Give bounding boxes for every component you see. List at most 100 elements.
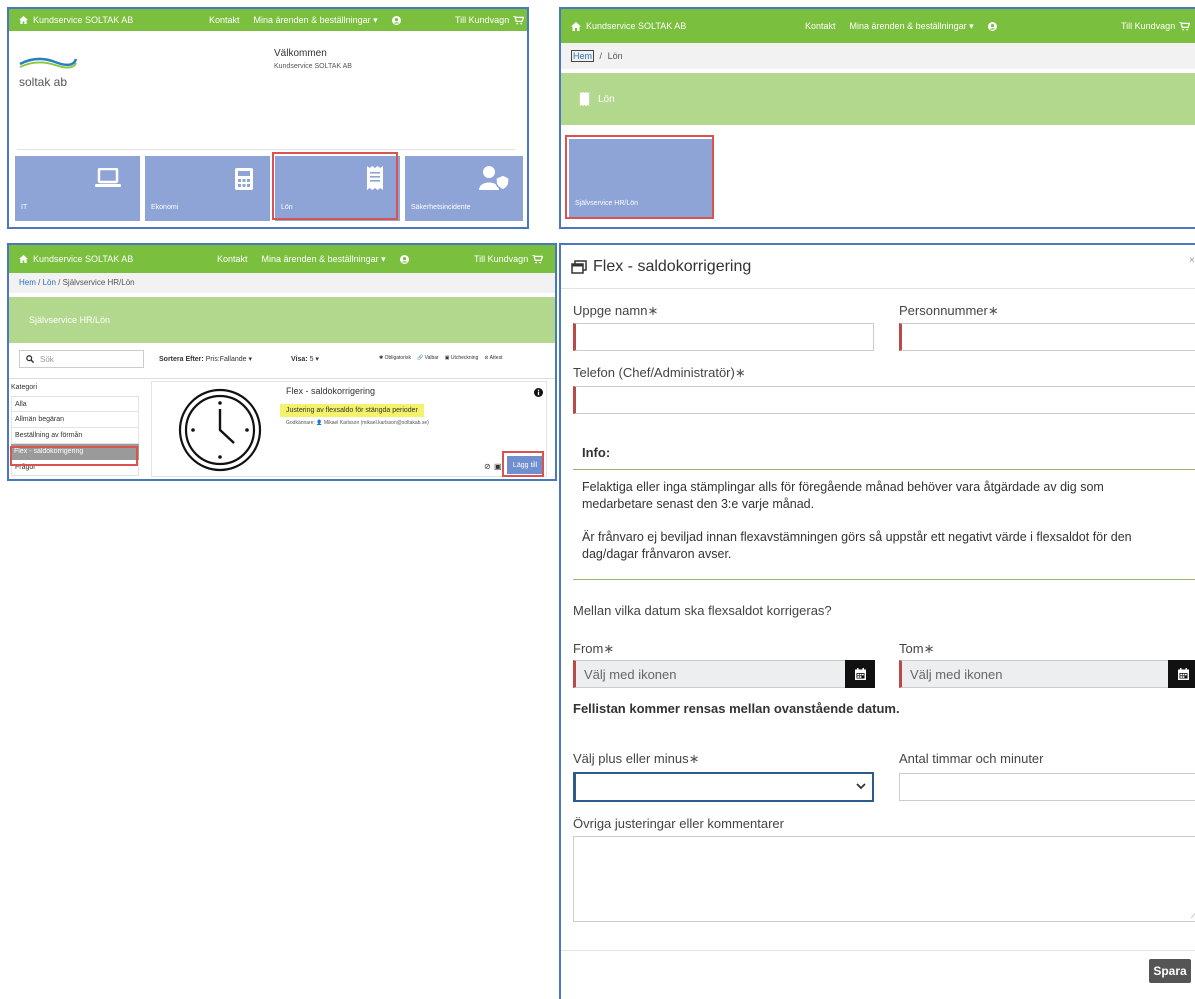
legend-valbar: 🔗 Valbar <box>417 355 439 361</box>
show-value: 5 <box>309 356 314 363</box>
brand-text: Kundservice SOLTAK AB <box>33 15 134 25</box>
legend: ✱ Obligatorisk 🔗 Valbar ▣ Utcheckning ⊘ … <box>379 355 502 361</box>
window-icon <box>571 259 587 274</box>
tom-date-placeholder: Välj med ikonen <box>910 667 1003 682</box>
from-label: From∗ <box>573 641 615 656</box>
logo-wave-icon <box>19 57 78 69</box>
required-mark: ∗ <box>987 303 999 318</box>
info-paragraph-1: Felaktiga eller inga stämplingar alls fö… <box>582 480 1104 511</box>
user-icon[interactable] <box>391 15 401 25</box>
info-divider-bottom <box>573 579 1195 580</box>
brand-text: Kundservice SOLTAK AB <box>586 21 687 31</box>
info-paragraph-2: Är frånvaro ej beviljad innan flexavstäm… <box>582 530 1132 561</box>
comments-textarea[interactable]: ⟋ <box>573 836 1195 922</box>
tom-date-input[interactable]: Välj med ikonen <box>899 660 1169 688</box>
hours-label: Antal timmar och minuter <box>899 751 1044 766</box>
sort-label: Sortera Efter: <box>159 356 204 363</box>
laptop-icon <box>95 168 121 187</box>
breadcrumb: Hem / Lön <box>561 43 1195 69</box>
user-icon[interactable] <box>399 254 409 264</box>
nav-orders[interactable]: Mina ärenden & beställningar ▾ <box>850 21 974 32</box>
category-header: Kategori <box>11 384 38 391</box>
item-title[interactable]: Flex - saldokorrigering <box>286 386 375 396</box>
home-panel: Kundservice SOLTAK AB Kontakt Mina ärend… <box>7 7 529 229</box>
breadcrumb-current: Självservice HR/Lön <box>62 278 135 287</box>
nav-orders[interactable]: Mina ärenden & beställningar ▾ <box>262 254 386 265</box>
tom-calendar-button[interactable] <box>1168 660 1195 688</box>
user-shield-icon <box>479 166 509 190</box>
nav-contact[interactable]: Kontakt <box>217 254 248 264</box>
category-alla[interactable]: Alla <box>11 396 139 412</box>
personnummer-input[interactable] <box>899 323 1195 351</box>
highlight-add-button <box>502 451 544 477</box>
tile-it[interactable]: IT <box>15 156 140 221</box>
info-icon[interactable] <box>534 388 543 397</box>
highlight-tile-sjalvservice <box>565 135 714 219</box>
from-calendar-button[interactable] <box>845 660 875 688</box>
cart-link[interactable]: Till Kundvagn <box>1121 21 1191 31</box>
catalog-panel: Kundservice SOLTAK AB Kontakt Mina ärend… <box>7 243 557 481</box>
tile-label: Säkerhetsincidente <box>411 204 471 211</box>
required-mark: ∗ <box>688 751 700 766</box>
banner-title: Lön <box>598 93 615 105</box>
nav-orders[interactable]: Mina ärenden & beställningar ▾ <box>254 15 378 26</box>
receipt-icon <box>579 92 590 106</box>
breadcrumb-separator: / <box>599 51 603 61</box>
divider <box>9 378 555 379</box>
close-icon[interactable]: × <box>1189 255 1195 266</box>
footer-divider <box>561 950 1195 951</box>
nav-contact[interactable]: Kontakt <box>209 15 240 25</box>
attest-icon: ⊘ <box>484 462 491 471</box>
brand-text: Kundservice SOLTAK AB <box>33 254 134 264</box>
top-navbar: Kundservice SOLTAK AB Kontakt Mina ärend… <box>9 9 527 31</box>
cart-link[interactable]: Till Kundvagn <box>455 15 525 25</box>
cart-icon <box>513 15 525 25</box>
date-question: Mellan vilka datum ska flexsaldot korrig… <box>573 603 832 618</box>
item-card: Flex - saldokorrigering Justering av fle… <box>151 381 547 477</box>
from-date-placeholder: Välj med ikonen <box>584 667 677 682</box>
home-icon <box>19 255 28 263</box>
search-input[interactable]: Sök <box>40 355 54 364</box>
name-input[interactable] <box>573 323 874 351</box>
phone-input[interactable] <box>573 386 1195 414</box>
brand-link[interactable]: Kundservice SOLTAK AB <box>561 21 686 31</box>
plusminus-select[interactable] <box>573 772 874 802</box>
resize-handle-icon[interactable]: ⟋ <box>1191 910 1195 921</box>
hours-input[interactable] <box>899 773 1195 801</box>
home-icon <box>19 16 28 24</box>
welcome-subtitle: Kundservice SOLTAK AB <box>274 63 352 70</box>
tom-label: Tom∗ <box>899 641 935 656</box>
calculator-icon <box>235 168 253 190</box>
page-banner: Lön <box>561 73 1195 125</box>
from-date-input[interactable]: Välj med ikonen <box>573 660 846 688</box>
legend-obligatorisk: ✱ Obligatorisk <box>379 355 411 361</box>
highlight-category-flex <box>10 446 138 466</box>
show-dropdown[interactable]: Visa: 5 ▾ <box>291 355 319 363</box>
comments-label: Övriga justeringar eller kommentarer <box>573 816 784 831</box>
phone-label: Telefon (Chef/Administratör)∗ <box>573 365 746 380</box>
breadcrumb-home[interactable]: Hem <box>19 278 36 287</box>
breadcrumb-home[interactable]: Hem <box>571 50 595 62</box>
sort-value: Pris:Fallande <box>205 356 247 363</box>
plusminus-label: Välj plus eller minus∗ <box>573 751 700 766</box>
brand-link[interactable]: Kundservice SOLTAK AB <box>9 15 133 25</box>
search-icon <box>26 355 34 363</box>
page-banner: Självservice HR/Lön <box>9 297 555 343</box>
category-allman[interactable]: Allmän begäran <box>11 412 139 428</box>
user-icon[interactable] <box>987 21 997 31</box>
breadcrumb: Hem / Lön / Självservice HR/Lön <box>9 273 555 293</box>
brand-link[interactable]: Kundservice SOLTAK AB <box>9 254 133 264</box>
nav-contact[interactable]: Kontakt <box>805 21 836 31</box>
sort-dropdown[interactable]: Sortera Efter: Pris:Fallande ▾ <box>159 355 252 363</box>
cart-icon <box>532 254 544 264</box>
category-formaner[interactable]: Beställning av förmån <box>11 428 139 444</box>
breadcrumb-lon[interactable]: Lön <box>43 278 56 287</box>
logo-text: soltak ab <box>19 75 68 89</box>
search-box[interactable]: Sök <box>19 350 144 368</box>
save-button[interactable]: Spara <box>1149 959 1191 983</box>
tile-ekonomi[interactable]: Ekonomi <box>145 156 270 221</box>
welcome-title: Välkommen <box>274 48 327 59</box>
logo: soltak ab <box>19 55 79 95</box>
cart-link[interactable]: Till Kundvagn <box>474 254 544 264</box>
tile-sakerhet[interactable]: Säkerhetsincidente <box>405 156 523 221</box>
